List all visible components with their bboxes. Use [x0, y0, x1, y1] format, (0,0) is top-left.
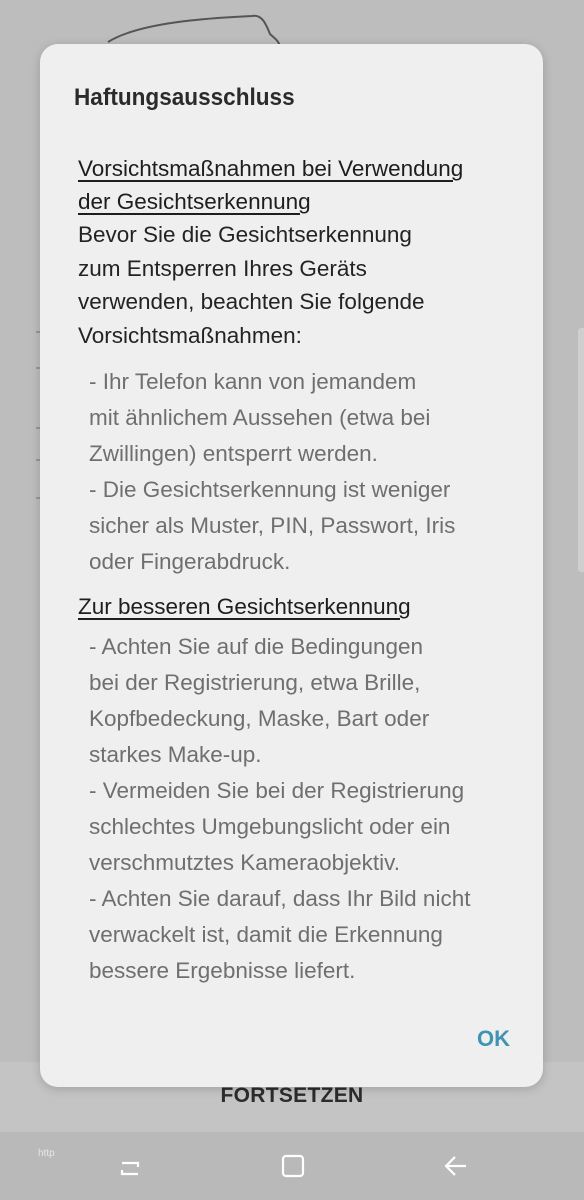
- heading-line: Vorsichtsmaßnahmen bei Verwendung: [78, 156, 464, 181]
- back-icon[interactable]: [440, 1150, 472, 1182]
- home-icon[interactable]: [277, 1150, 309, 1182]
- section-heading-precautions: Vorsichtsmaßnahmen bei Verwendung der Ge…: [78, 152, 518, 218]
- list-line: Zwillingen) entsperrt werden.: [89, 441, 378, 466]
- list-line: - Vermeiden Sie bei der Registrierung: [89, 778, 465, 803]
- list-line: starkes Make-up.: [89, 742, 262, 767]
- recognition-tips-list: - Achten Sie auf die Bedingungen bei der…: [78, 629, 518, 989]
- list-line: - Die Gesichtserkennung ist weniger: [89, 477, 451, 502]
- section-heading-better-recognition: Zur besseren Gesichtserkennung: [78, 590, 518, 623]
- continue-button[interactable]: FORTSETZEN: [0, 1084, 584, 1108]
- dialog-content: Vorsichtsmaßnahmen bei Verwendung der Ge…: [78, 152, 518, 989]
- ok-button[interactable]: OK: [477, 1026, 510, 1052]
- list-line: schlechtes Umgebungslicht oder ein: [89, 814, 451, 839]
- list-line: bessere Ergebnisse liefert.: [89, 958, 356, 983]
- navigation-bar: [0, 1132, 584, 1200]
- list-line: verwackelt ist, damit die Erkennung: [89, 922, 443, 947]
- heading-line: Zur besseren Gesichtserkennung: [78, 594, 411, 619]
- list-line: verschmutztes Kameraobjektiv.: [89, 850, 400, 875]
- dialog-title: Haftungsausschluss: [74, 84, 295, 111]
- intro-paragraph: Bevor Sie die Gesichtserkennung zum Ents…: [78, 218, 518, 352]
- list-line: - Ihr Telefon kann von jemandem: [89, 369, 417, 394]
- nav-small-label: http: [38, 1148, 55, 1159]
- list-line: mit ähnlichem Aussehen (etwa bei: [89, 405, 431, 430]
- list-line: oder Fingerabdruck.: [89, 549, 291, 574]
- list-line: - Achten Sie auf die Bedingungen: [89, 634, 424, 659]
- list-line: Kopfbedeckung, Maske, Bart oder: [89, 706, 430, 731]
- heading-line: der Gesichtserkennung: [78, 189, 311, 214]
- text-line: zum Entsperren Ihres Geräts: [78, 255, 367, 281]
- text-line: Vorsichtsmaßnahmen:: [78, 322, 302, 348]
- recent-apps-icon[interactable]: [114, 1150, 146, 1182]
- background-scrollbar: [578, 328, 584, 572]
- list-line: bei der Registrierung, etwa Brille,: [89, 670, 421, 695]
- text-line: verwenden, beachten Sie folgende: [78, 289, 425, 314]
- list-line: - Achten Sie darauf, dass Ihr Bild nicht: [89, 886, 471, 911]
- precautions-list: - Ihr Telefon kann von jemandem mit ähnl…: [78, 364, 518, 580]
- list-line: sicher als Muster, PIN, Passwort, Iris: [89, 513, 456, 538]
- disclaimer-dialog: Haftungsausschluss Vorsichtsmaßnahmen be…: [40, 44, 543, 1087]
- text-line: Bevor Sie die Gesichtserkennung: [78, 222, 412, 247]
